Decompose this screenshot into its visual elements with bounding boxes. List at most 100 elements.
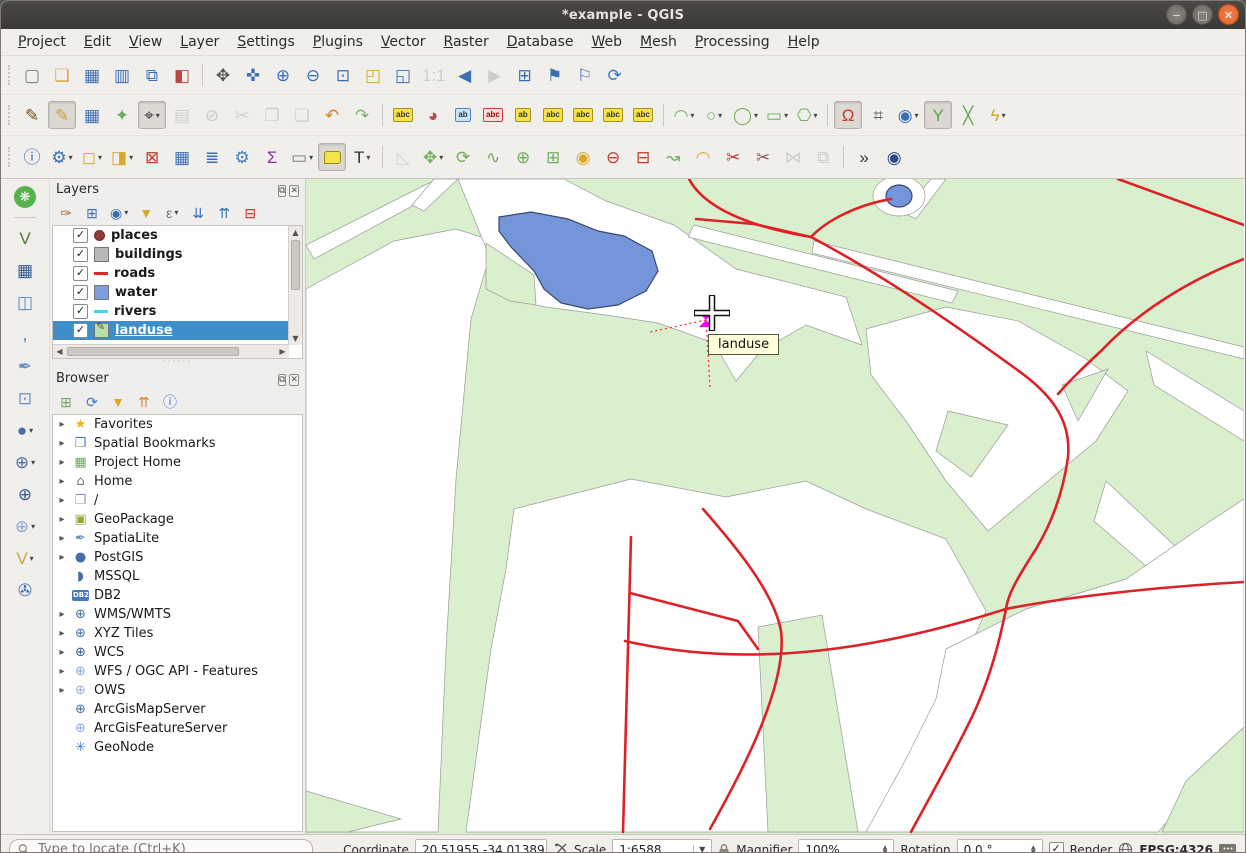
move-label-diagram[interactable]: abc — [569, 101, 597, 129]
highlight-pinned-labels[interactable]: abc — [479, 101, 507, 129]
toolbar-overflow[interactable]: » — [850, 143, 878, 171]
layer-visibility-checkbox[interactable]: ✓ — [73, 247, 88, 262]
layer-visibility-checkbox[interactable]: ✓ — [73, 266, 88, 281]
add-vector-layer[interactable]: V — [11, 224, 39, 252]
new-spatial-bookmark[interactable]: ⚑ — [541, 61, 569, 89]
lock-scale-icon[interactable] — [718, 843, 730, 853]
browser-tree-item[interactable]: ▸ ⊕ WCS — [53, 643, 302, 662]
cut-features[interactable]: ✂ — [228, 101, 256, 129]
open-data-source-manager[interactable]: ❋ — [11, 183, 39, 211]
crs-globe-icon[interactable] — [1118, 842, 1133, 853]
menu-settings[interactable]: Settings — [228, 31, 303, 53]
browser-tree-item[interactable]: ⊕ ArcGisMapServer — [53, 700, 302, 719]
offset-curve[interactable]: ◠ — [689, 143, 717, 171]
expand-arrow-icon[interactable]: ▸ — [57, 533, 67, 544]
layer-visibility-checkbox[interactable]: ✓ — [73, 304, 88, 319]
merge-features[interactable]: ⋈ — [779, 143, 807, 171]
expand-arrow-icon[interactable]: ▸ — [57, 685, 67, 696]
layer-row[interactable]: ✓ places — [53, 226, 289, 245]
map-tips[interactable] — [318, 143, 346, 171]
add-selected-layers[interactable]: ⊞ — [55, 391, 77, 413]
rotate-label[interactable]: abc — [599, 101, 627, 129]
browser-tree-item[interactable]: ▸ ✒ SpatiaLite — [53, 529, 302, 548]
save-layer-edits[interactable]: ▦ — [78, 101, 106, 129]
toggle-editing[interactable]: ✎ — [48, 101, 76, 129]
add-part[interactable]: ⊞ — [539, 143, 567, 171]
layer-visibility-checkbox[interactable]: ✓ — [73, 228, 88, 243]
browser-tree-item[interactable]: ▸ ⌂ Home — [53, 472, 302, 491]
new-map-view[interactable]: ⊞ — [511, 61, 539, 89]
delete-part[interactable]: ⊟ — [629, 143, 657, 171]
expand-arrow-icon[interactable]: ▸ — [57, 666, 67, 677]
undo[interactable]: ↶ — [318, 101, 346, 129]
open-layer-styling[interactable]: ✑ — [55, 202, 77, 224]
scroll-right-arrow[interactable]: ▶ — [276, 345, 289, 358]
layer-row[interactable]: ✓ water — [53, 283, 289, 302]
remove-layer[interactable]: ⊟ — [239, 202, 261, 224]
expand-arrow-icon[interactable]: ▸ — [57, 495, 67, 506]
vertex-tool[interactable]: ⌖ ▾ — [138, 101, 166, 129]
reshape-features[interactable]: ↝ — [659, 143, 687, 171]
zoom-in[interactable]: ⊕ — [269, 61, 297, 89]
rotate-feature[interactable]: ⟳ — [449, 143, 477, 171]
browser-tree-item[interactable]: ◗ MSSQL — [53, 567, 302, 586]
filter-browser[interactable]: ▼ — [107, 391, 129, 413]
browser-tree-item[interactable]: ▸ ⊕ WMS/WMTS — [53, 605, 302, 624]
expand-arrow-icon[interactable]: ▸ — [57, 609, 67, 620]
collapse-all[interactable]: ⇈ — [213, 202, 235, 224]
close-panel-button[interactable]: ✕ — [289, 374, 299, 386]
menu-help[interactable]: Help — [779, 31, 829, 53]
layer-diagram[interactable]: ◕ — [419, 101, 447, 129]
add-wfs-layer[interactable]: ⊕ ▾ — [11, 512, 39, 540]
paste-features[interactable]: ❏ — [288, 101, 316, 129]
close-button[interactable]: ✕ — [1218, 4, 1239, 25]
move-label[interactable]: ab — [509, 101, 537, 129]
add-ellipse[interactable]: ◯ ▾ — [730, 101, 761, 129]
simplify-feature[interactable]: ∿ — [479, 143, 507, 171]
show-layout-manager[interactable]: ⧉ — [138, 61, 166, 89]
delete-ring[interactable]: ⊖ — [599, 143, 627, 171]
expand-arrow-icon[interactable]: ▸ — [57, 476, 67, 487]
pan-map[interactable]: ✥ — [209, 61, 237, 89]
spin-arrows-icon[interactable]: ▲▼ — [1031, 845, 1036, 853]
map-canvas[interactable]: landuse — [306, 179, 1245, 834]
open-project[interactable]: ❏ — [48, 61, 76, 89]
menu-web[interactable]: Web — [583, 31, 632, 53]
text-annotation[interactable]: T ▾ — [348, 143, 376, 171]
locator-bar[interactable] — [9, 839, 313, 853]
select-by-expression[interactable]: ◨ ▾ — [108, 143, 136, 171]
enable-tracing[interactable]: Y — [924, 101, 952, 129]
enable-properties-widget[interactable]: ⓘ — [159, 391, 181, 413]
identify-features[interactable]: ⓘ — [18, 143, 46, 171]
layer-row[interactable]: ✓ rivers — [53, 302, 289, 321]
select-features[interactable]: ◻ ▾ — [78, 143, 106, 171]
rotation-spinbox[interactable]: 0,0 ° ▲▼ — [957, 839, 1043, 853]
add-group[interactable]: ⊞ — [81, 202, 103, 224]
add-circular-string[interactable]: ◠ ▾ — [670, 101, 698, 129]
locator-input[interactable] — [36, 841, 304, 853]
topological-editing[interactable]: ⌗ — [864, 101, 892, 129]
add-regular-polygon[interactable]: ⎔ ▾ — [793, 101, 821, 129]
scroll-down-arrow[interactable]: ▼ — [289, 332, 302, 345]
field-calculator[interactable]: ≣ — [198, 143, 226, 171]
menu-layer[interactable]: Layer — [171, 31, 228, 53]
filter-legend[interactable]: ▼ — [135, 202, 157, 224]
zoom-to-selection[interactable]: ◰ — [359, 61, 387, 89]
add-wms-layer[interactable]: ⊕ ▾ — [11, 448, 39, 476]
menu-raster[interactable]: Raster — [435, 31, 498, 53]
messages-bubble-icon[interactable] — [1219, 843, 1237, 853]
add-polygon-feature[interactable]: ✦ — [108, 101, 136, 129]
browser-tree-item[interactable]: ▸ ▣ GeoPackage — [53, 510, 302, 529]
zoom-last[interactable]: ◀ — [451, 61, 479, 89]
add-raster-layer[interactable]: ▦ — [11, 256, 39, 284]
pan-to-selection[interactable]: ✜ — [239, 61, 267, 89]
zoom-out[interactable]: ⊖ — [299, 61, 327, 89]
move-feature[interactable]: ✥ ▾ — [419, 143, 447, 171]
refresh-map[interactable]: ⟳ — [601, 61, 629, 89]
browser-tree-item[interactable]: ✳ GeoNode — [53, 738, 302, 757]
add-rectangle[interactable]: ▭ ▾ — [763, 101, 791, 129]
zoom-next[interactable]: ▶ — [481, 61, 509, 89]
menu-plugins[interactable]: Plugins — [304, 31, 372, 53]
scale-combobox[interactable]: 1:6588 ▼ — [612, 839, 712, 853]
layers-vertical-scrollbar[interactable]: ▲ ▼ — [288, 226, 302, 345]
